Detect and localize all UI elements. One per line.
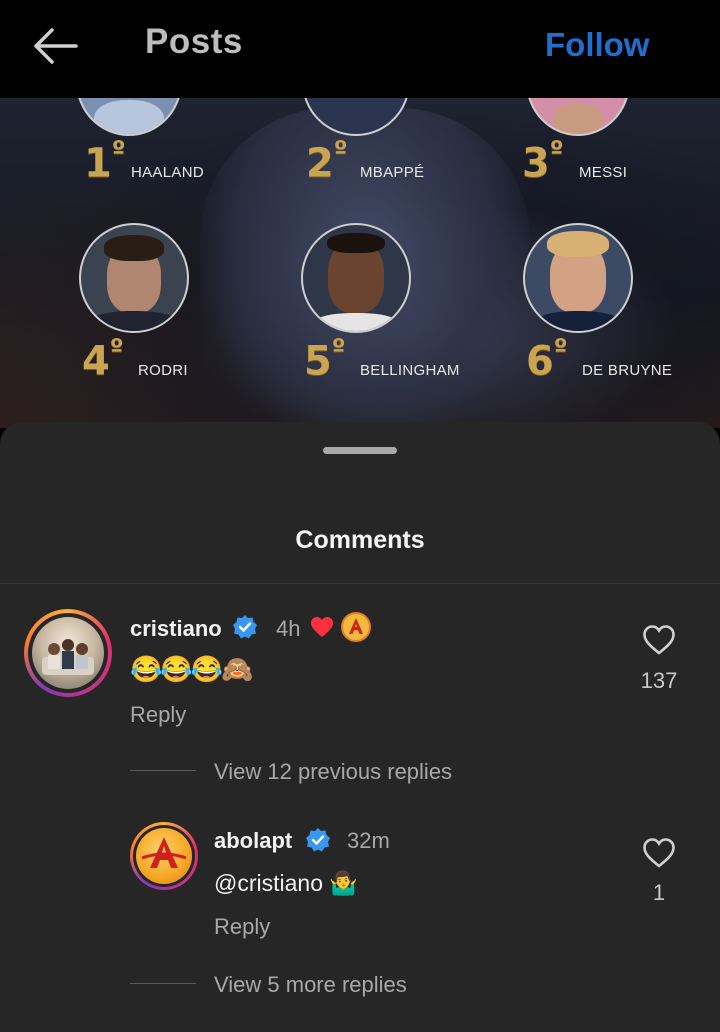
rank-number: 6º xyxy=(526,334,568,385)
verified-badge-icon xyxy=(306,828,330,852)
avatar-messi xyxy=(526,98,630,136)
thread-line xyxy=(130,983,196,984)
thread-line xyxy=(130,770,196,771)
avatar-haaland xyxy=(76,98,182,136)
abola-logo-icon xyxy=(341,612,371,642)
rank-player-name: DE BRUYNE xyxy=(582,362,673,379)
like-button[interactable] xyxy=(642,624,676,656)
comment-text: 😂😂😂🙈 xyxy=(130,654,253,684)
like-count: 1 xyxy=(652,880,666,905)
avatar xyxy=(136,828,192,884)
comments-sheet: Comments cristiano 4h 😂😂😂🙈 Reply 137 Vie… xyxy=(0,422,720,1032)
comment-time: 32m xyxy=(347,828,390,853)
post-image[interactable]: 1º HAALAND 2º MBAPPÉ 3º MESSI 4º RODRI 5… xyxy=(0,98,720,428)
reply-button[interactable]: Reply xyxy=(214,914,270,940)
comments-title: Comments xyxy=(295,526,425,554)
divider xyxy=(0,583,720,584)
follow-button[interactable]: Follow xyxy=(545,26,649,64)
avatar-rodri xyxy=(79,223,189,333)
drag-handle[interactable] xyxy=(323,447,397,454)
avatar xyxy=(32,617,104,689)
comment-username[interactable]: cristiano xyxy=(130,616,222,642)
shrug-emoji: 🤷‍♂️ xyxy=(329,870,359,896)
mention-link[interactable]: @cristiano xyxy=(214,870,323,896)
rank-player-name: MBAPPÉ xyxy=(360,164,425,181)
heart-outline-icon xyxy=(643,625,675,655)
like-count: 137 xyxy=(640,668,678,693)
arrow-left-icon xyxy=(34,28,78,64)
page-title: Posts xyxy=(145,22,243,61)
avatar-de-bruyne xyxy=(523,223,633,333)
comment-username[interactable]: abolapt xyxy=(214,828,292,854)
story-ring[interactable] xyxy=(24,609,112,697)
view-replies-button[interactable]: View 12 previous replies xyxy=(214,759,452,785)
top-bar: Posts Follow xyxy=(0,0,720,98)
comment-time: 4h xyxy=(276,616,301,641)
heart-red-icon xyxy=(311,617,333,637)
rank-number: 2º xyxy=(306,136,348,187)
rank-number: 3º xyxy=(522,136,564,187)
rank-number: 4º xyxy=(82,334,124,385)
rank-player-name: HAALAND xyxy=(131,164,204,181)
verified-badge-icon xyxy=(233,615,257,639)
heart-outline-icon xyxy=(643,838,675,868)
story-ring[interactable] xyxy=(130,822,198,890)
back-button[interactable] xyxy=(30,24,82,68)
comment-text: @cristiano 🤷‍♂️ xyxy=(214,870,358,897)
avatar-bellingham xyxy=(301,223,411,333)
rank-number: 1º xyxy=(84,136,126,187)
rank-player-name: RODRI xyxy=(138,362,188,379)
rank-number: 5º xyxy=(304,334,346,385)
view-replies-button[interactable]: View 5 more replies xyxy=(214,972,407,998)
rank-player-name: MESSI xyxy=(579,164,628,181)
like-button[interactable] xyxy=(642,837,676,869)
reply-button[interactable]: Reply xyxy=(130,702,186,728)
rank-player-name: BELLINGHAM xyxy=(360,362,460,379)
